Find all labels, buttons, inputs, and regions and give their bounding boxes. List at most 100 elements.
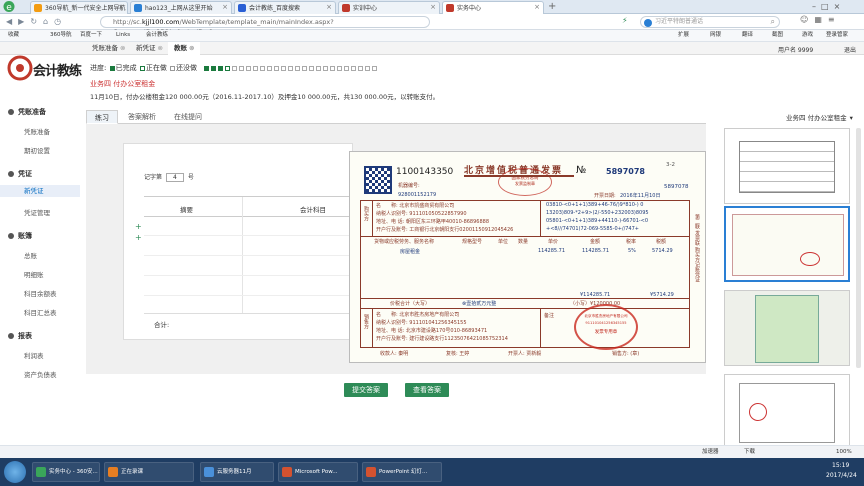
taskbar-cloud[interactable]: 云服务器11月 — [200, 462, 274, 482]
sidebar-group-reports[interactable]: 报表 — [8, 331, 32, 341]
history-icon[interactable]: ◷ — [54, 17, 67, 26]
apps-icon[interactable]: ▦ — [814, 15, 828, 24]
thumbnail-4[interactable] — [724, 374, 850, 450]
logout-link[interactable]: 退出 — [844, 45, 856, 54]
zoom-level[interactable]: 100% — [836, 446, 852, 458]
menu-icon[interactable]: ≡ — [828, 15, 841, 24]
step-todo[interactable] — [358, 65, 364, 71]
search-input[interactable]: 习近平特朗普通话 ⌕ — [640, 16, 780, 28]
bookmark-baidu[interactable]: 百度一下 — [80, 30, 102, 41]
invoice-image[interactable]: 1100143350 北京增值税普通发票 国家税务总局 发票监制章 № 5897… — [349, 151, 706, 363]
bookmark-favorites[interactable]: 收藏 — [8, 30, 19, 41]
step-done[interactable] — [204, 65, 210, 71]
table-row[interactable] — [144, 313, 354, 314]
step-todo[interactable] — [344, 65, 350, 71]
sidebar-item-new-voucher[interactable]: 新凭证 — [0, 185, 80, 197]
user-icon[interactable]: ☺ — [800, 15, 814, 24]
tab-teaching[interactable]: 教账 ⊗ — [168, 42, 201, 55]
browser-tab-4[interactable]: 实训中心 × — [338, 1, 440, 14]
thumbnail-1[interactable] — [724, 128, 850, 204]
browser-tab-5[interactable]: 实务中心 × — [442, 1, 544, 15]
sidebar-item-income[interactable]: 利润表 — [24, 350, 44, 360]
tab-online-question[interactable]: 在线提问 — [166, 110, 210, 124]
step-todo[interactable] — [365, 65, 371, 71]
browser-tab-1[interactable]: 360导航_新一代安全上网导航 × — [30, 1, 128, 14]
step-todo[interactable] — [288, 65, 294, 71]
sidebar-item-opening[interactable]: 期初设置 — [24, 145, 50, 155]
tab-prep[interactable]: 凭账准备 ⊗ — [86, 42, 131, 55]
close-icon[interactable]: ⊗ — [120, 44, 125, 52]
step-todo[interactable] — [274, 65, 280, 71]
step-todo[interactable] — [260, 65, 266, 71]
thumbnail-3[interactable] — [724, 290, 850, 366]
sidebar-item-voucher-manage[interactable]: 凭证管理 — [24, 207, 50, 217]
thumbnail-2[interactable] — [724, 206, 850, 282]
tool-login[interactable]: 登录管家 — [826, 30, 848, 41]
maximize-icon[interactable]: □ — [821, 2, 834, 11]
tool-bank[interactable]: 网银 — [710, 30, 721, 41]
step-todo[interactable] — [309, 65, 315, 71]
sidebar-group-prep[interactable]: 凭账准备 — [8, 107, 46, 117]
url-input[interactable]: http://sc.kjjl100.com/WebTemplate/templa… — [100, 16, 430, 36]
step-todo[interactable] — [351, 65, 357, 71]
step-current[interactable] — [225, 65, 231, 71]
browser-tab-2[interactable]: hao123_上网从这里开始 × — [130, 1, 232, 14]
thumbnail-scrollbar[interactable] — [856, 128, 861, 368]
record-number-input[interactable]: 4 — [165, 173, 184, 182]
table-row[interactable] — [144, 255, 354, 256]
close-icon[interactable]: × — [118, 2, 124, 13]
tool-screenshot[interactable]: 截图 — [772, 30, 783, 41]
close-icon[interactable]: × — [222, 2, 228, 13]
taskbar-browser[interactable]: 实务中心 - 360安... — [32, 462, 100, 482]
close-icon[interactable]: × — [430, 2, 436, 13]
step-todo[interactable] — [281, 65, 287, 71]
step-todo[interactable] — [302, 65, 308, 71]
tab-answer-analysis[interactable]: 答案解析 — [120, 110, 164, 124]
taskbar-recording[interactable]: 正在录课 — [104, 462, 194, 482]
step-todo[interactable] — [267, 65, 273, 71]
step-todo[interactable] — [372, 65, 378, 71]
tool-translate[interactable]: 翻译 — [742, 30, 753, 41]
step-todo[interactable] — [316, 65, 322, 71]
browser-tab-3[interactable]: 会计教练_百度搜索 × — [234, 1, 336, 14]
refresh-icon[interactable]: ↻ — [30, 17, 43, 26]
step-done[interactable] — [211, 65, 217, 71]
close-icon[interactable]: × — [326, 2, 332, 13]
home-icon[interactable]: ⌂ — [43, 17, 54, 26]
step-todo[interactable] — [337, 65, 343, 71]
sidebar-group-voucher[interactable]: 凭证 — [8, 169, 32, 179]
add-row-icon[interactable]: + — [135, 233, 142, 242]
step-done[interactable] — [218, 65, 224, 71]
close-icon[interactable]: × — [534, 2, 540, 13]
side-title-select[interactable]: 业务四 付办公室租金 ▾ — [786, 112, 853, 122]
sidebar-group-ledger[interactable]: 账簿 — [8, 231, 32, 241]
minimize-icon[interactable]: – — [812, 2, 821, 11]
back-icon[interactable]: ◀ — [6, 17, 18, 26]
table-row[interactable] — [144, 275, 354, 276]
table-row[interactable] — [144, 295, 354, 296]
search-icon[interactable]: ⌕ — [771, 17, 775, 27]
taskbar-slideshow[interactable]: PowerPoint 幻灯... — [362, 462, 442, 482]
bookmark-kjjl[interactable]: 会计教练 — [146, 30, 168, 41]
tool-extensions[interactable]: 扩展 — [678, 30, 689, 41]
view-answer-button[interactable]: 查看答案 — [405, 383, 449, 397]
bookmark-360[interactable]: 360导航 — [50, 30, 72, 41]
table-row[interactable] — [144, 235, 354, 236]
step-todo[interactable] — [253, 65, 259, 71]
sidebar-item-prep[interactable]: 凭账准备 — [24, 126, 50, 136]
download[interactable]: 下载 — [744, 446, 755, 458]
lightning-icon[interactable]: ⚡ — [622, 16, 628, 25]
step-todo[interactable] — [232, 65, 238, 71]
sidebar-item-general-ledger[interactable]: 总账 — [24, 250, 37, 260]
sidebar-item-balance[interactable]: 科目余额表 — [24, 288, 57, 298]
tab-new-voucher[interactable]: 新凭证 ⊗ — [130, 42, 169, 55]
step-todo[interactable] — [246, 65, 252, 71]
step-todo[interactable] — [239, 65, 245, 71]
submit-answer-button[interactable]: 提交答案 — [344, 383, 388, 397]
sidebar-item-balance-sheet[interactable]: 资产负债表 — [24, 369, 57, 379]
close-icon[interactable]: ⊗ — [158, 44, 163, 52]
forward-icon[interactable]: ▶ — [18, 17, 30, 26]
taskbar-powerpoint[interactable]: Microsoft Pow... — [278, 462, 358, 482]
add-row-icon[interactable]: + — [135, 222, 142, 231]
close-window-icon[interactable]: × — [834, 2, 846, 11]
